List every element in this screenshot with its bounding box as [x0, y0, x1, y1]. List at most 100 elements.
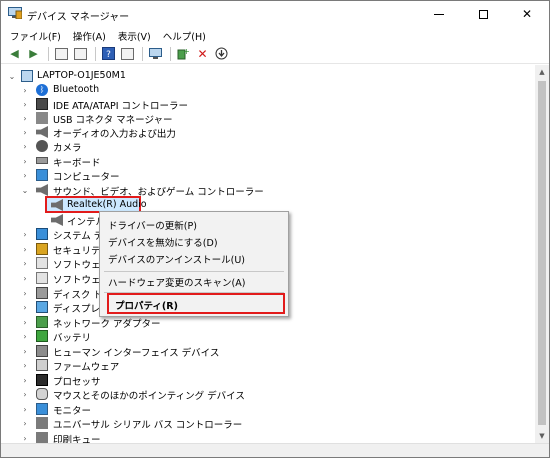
update-download-icon	[215, 47, 228, 60]
expand-chevron-icon[interactable]: ›	[21, 259, 29, 268]
expand-chevron-icon[interactable]: ›	[21, 230, 29, 239]
menu-view[interactable]: 表示(V)	[112, 29, 157, 43]
expand-chevron-icon[interactable]: ›	[21, 128, 29, 137]
toolbar-separator	[48, 46, 49, 61]
collapse-chevron-icon[interactable]: ⌄	[8, 72, 16, 81]
software-device-icon	[36, 272, 48, 284]
processor-icon	[36, 374, 48, 386]
expand-chevron-icon[interactable]: ›	[21, 347, 29, 356]
expand-chevron-icon[interactable]: ›	[21, 245, 29, 254]
speaker-icon	[51, 199, 63, 211]
expand-chevron-icon[interactable]: ›	[21, 114, 29, 123]
expand-chevron-icon[interactable]: ›	[21, 303, 29, 312]
scroll-down-arrow-icon[interactable]: ▼	[535, 429, 549, 443]
expand-chevron-icon[interactable]: ›	[21, 318, 29, 327]
minimize-button[interactable]	[417, 1, 461, 27]
expand-chevron-icon[interactable]: ›	[21, 86, 29, 95]
expand-chevron-icon[interactable]: ›	[21, 142, 29, 151]
display-adapter-icon	[36, 301, 48, 313]
monitor-scan-icon	[149, 47, 162, 59]
help-glyph: ?	[106, 50, 111, 60]
menu-item-label: ハードウェア変更のスキャン(A)	[108, 277, 246, 289]
root-label: LAPTOP-O1JE50M1	[37, 70, 126, 81]
device-manager-window: デバイス マネージャー ✕ ファイル(F) 操作(A) 表示(V) ヘルプ(H)…	[0, 0, 550, 458]
show-hide-console-tree-button[interactable]	[53, 45, 70, 62]
update-driver-toolbar-button[interactable]	[213, 45, 230, 62]
ide-controller-icon	[36, 98, 48, 110]
menu-item-label: デバイスを無効にする(D)	[108, 237, 218, 249]
tree-item-print-queues[interactable]: › 印刷キュー	[1, 430, 535, 443]
menu-item-label: ドライバーの更新(P)	[108, 220, 197, 232]
tree-item-firmware[interactable]: › ファームウェア	[1, 357, 535, 373]
expand-chevron-icon[interactable]: ›	[21, 100, 29, 109]
expand-chevron-icon[interactable]: ›	[21, 434, 29, 443]
forward-button[interactable]: ▶	[25, 45, 42, 62]
usb-controller-icon	[36, 417, 48, 429]
menu-bar: ファイル(F) 操作(A) 表示(V) ヘルプ(H)	[1, 27, 549, 44]
scroll-up-arrow-icon[interactable]: ▲	[535, 65, 549, 79]
expand-chevron-icon[interactable]: ›	[21, 171, 29, 180]
software-component-icon	[36, 257, 48, 269]
tree-item-label: Bluetooth	[53, 84, 100, 95]
properties-highlight-box	[107, 293, 285, 314]
firmware-icon	[36, 359, 48, 371]
usb-connector-icon	[36, 112, 48, 124]
vertical-scrollbar[interactable]: ▲ ▼	[535, 65, 549, 443]
maximize-button[interactable]	[461, 1, 505, 27]
expand-chevron-icon[interactable]: ›	[21, 405, 29, 414]
add-glyph: +	[183, 47, 190, 56]
tree-item-usb-controllers[interactable]: › ユニバーサル シリアル バス コントローラー	[1, 415, 535, 431]
menu-uninstall-device[interactable]: デバイスのアンインストール(U)	[101, 249, 287, 268]
console-tree-icon	[55, 47, 68, 60]
scrollbar-thumb[interactable]	[538, 81, 546, 425]
uninstall-toolbar-button[interactable]: ✕	[194, 45, 211, 62]
tree-item-battery[interactable]: › バッテリ	[1, 328, 535, 344]
tree-item-computer[interactable]: › コンピューター	[1, 167, 535, 183]
expand-chevron-icon[interactable]: ›	[21, 390, 29, 399]
back-arrow-icon: ◀	[10, 47, 19, 60]
scan-hardware-toolbar-button[interactable]	[147, 45, 164, 62]
expand-chevron-icon[interactable]: ›	[21, 157, 29, 166]
keyboard-icon	[36, 157, 48, 164]
expand-chevron-icon[interactable]: ›	[21, 361, 29, 370]
expand-chevron-icon[interactable]: ›	[21, 274, 29, 283]
action-pane-button[interactable]	[119, 45, 136, 62]
disk-drive-icon	[36, 287, 48, 299]
expand-chevron-icon[interactable]: ›	[21, 376, 29, 385]
tree-item-label: Realtek(R) Audio	[67, 199, 147, 210]
properties-toolbar-button[interactable]	[72, 45, 89, 62]
menu-item-label: デバイスのアンインストール(U)	[108, 254, 246, 266]
expand-chevron-icon[interactable]: ›	[21, 332, 29, 341]
help-book-icon: ?	[102, 47, 115, 60]
back-button[interactable]: ◀	[6, 45, 23, 62]
help-button[interactable]: ?	[100, 45, 117, 62]
menu-file[interactable]: ファイル(F)	[4, 29, 67, 43]
security-device-icon	[36, 243, 48, 255]
computer-monitor-icon	[36, 169, 48, 181]
printer-icon	[36, 432, 48, 443]
add-driver-button[interactable]: +	[175, 45, 192, 62]
menu-action[interactable]: 操作(A)	[67, 29, 112, 43]
horizontal-scrollbar[interactable]	[1, 443, 549, 457]
tree-item-label: バッテリ	[53, 333, 92, 344]
tree-item-label: ファームウェア	[53, 362, 120, 373]
toolbar-separator	[142, 46, 143, 61]
expand-chevron-icon[interactable]: ›	[21, 419, 29, 428]
tree-item-label: ユニバーサル シリアル バス コントローラー	[53, 420, 243, 431]
window-title: デバイス マネージャー	[27, 12, 130, 23]
tree-item-pointing-devices[interactable]: › マウスとそのほかのポインティング デバイス	[1, 386, 535, 402]
menu-help[interactable]: ヘルプ(H)	[157, 29, 212, 43]
mouse-icon	[36, 388, 48, 400]
close-button[interactable]: ✕	[505, 1, 549, 27]
tree-item-camera[interactable]: › カメラ	[1, 138, 535, 154]
collapse-chevron-icon[interactable]: ⌄	[21, 186, 29, 195]
menu-scan-hardware[interactable]: ハードウェア変更のスキャン(A)	[101, 272, 287, 291]
camera-icon	[36, 140, 48, 152]
add-device-icon: +	[177, 47, 190, 60]
speaker-icon	[36, 126, 48, 138]
tree-item-label: マウスとそのほかのポインティング デバイス	[53, 391, 245, 402]
expand-chevron-icon[interactable]: ›	[21, 289, 29, 298]
battery-icon	[36, 330, 48, 342]
tree-item-label: 印刷キュー	[53, 435, 101, 443]
title-bar: デバイス マネージャー ✕	[1, 1, 549, 27]
